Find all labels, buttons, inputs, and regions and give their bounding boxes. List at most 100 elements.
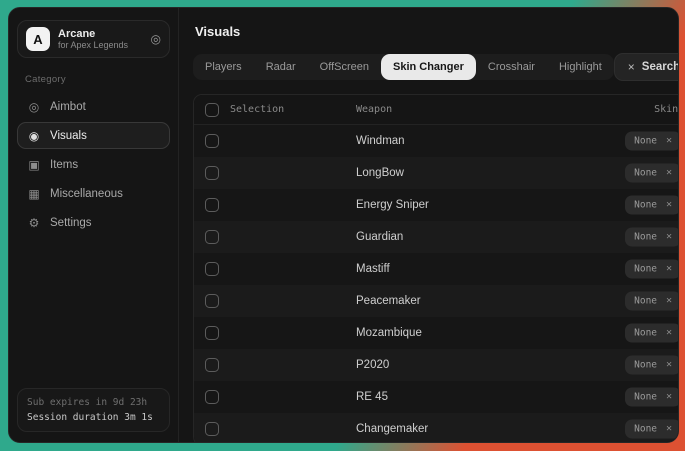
tab-label: OffScreen — [320, 61, 369, 73]
app-subtitle: for Apex Legends — [58, 40, 143, 50]
weapon-name: Mastiff — [356, 263, 390, 275]
table-row: Guardian None × — [194, 221, 679, 253]
skin-column-header: Skin — [654, 104, 678, 115]
table-row: Peacemaker None × — [194, 285, 679, 317]
skin-select-badge[interactable]: None × — [625, 164, 679, 183]
grid-icon: ▦ — [27, 187, 41, 201]
sidebar-item-label: Aimbot — [50, 101, 86, 113]
page-title: Visuals — [195, 24, 679, 39]
tabs-row: Players Radar OffScreen Skin Changer — [193, 53, 679, 81]
skin-select-badge[interactable]: None × — [625, 388, 679, 407]
skin-select-badge[interactable]: None × — [625, 324, 679, 343]
clear-skin-icon[interactable]: × — [666, 296, 672, 307]
tab-label: Players — [205, 61, 242, 73]
table-header: Selection Weapon Skin — [194, 95, 679, 125]
table-row: LongBow None × — [194, 157, 679, 189]
tab-label: Skin Changer — [393, 61, 464, 73]
row-checkbox[interactable] — [205, 134, 219, 148]
clear-skin-icon[interactable]: × — [666, 424, 672, 435]
skin-value: None — [634, 392, 657, 403]
skin-select-badge[interactable]: None × — [625, 292, 679, 311]
skin-select-badge[interactable]: None × — [625, 420, 679, 439]
skin-value: None — [634, 424, 657, 435]
skin-value: None — [634, 200, 657, 211]
table-row: Mastiff None × — [194, 253, 679, 285]
main-panel: Visuals Players Radar OffScreen — [179, 8, 679, 442]
skin-value: None — [634, 296, 657, 307]
weapon-name: P2020 — [356, 359, 389, 371]
table-row: P2020 None × — [194, 349, 679, 381]
sidebar-item[interactable]: ▣ Items — [17, 151, 170, 178]
tab[interactable]: OffScreen — [308, 54, 381, 80]
skin-table: Selection Weapon Skin Windman None × — [193, 94, 679, 443]
skin-select-badge[interactable]: None × — [625, 132, 679, 151]
row-checkbox[interactable] — [205, 262, 219, 276]
select-all-checkbox[interactable] — [205, 103, 219, 117]
sidebar-item[interactable]: ◉ Visuals — [17, 122, 170, 149]
sidebar-item[interactable]: ◎ Aimbot — [17, 93, 170, 120]
app-name: Arcane — [58, 28, 143, 41]
tab-label: Crosshair — [488, 61, 535, 73]
sidebar-item-label: Items — [50, 159, 78, 171]
tab-label: Highlight — [559, 61, 602, 73]
gear-icon: ⚙ — [27, 216, 41, 230]
row-checkbox[interactable] — [205, 166, 219, 180]
table-row: RE 45 None × — [194, 381, 679, 413]
table-row: Windman None × — [194, 125, 679, 157]
row-checkbox[interactable] — [205, 294, 219, 308]
weapon-name: LongBow — [356, 167, 404, 179]
clear-skin-icon[interactable]: × — [666, 232, 672, 243]
sidebar: A Arcane for Apex Legends ◎ Category ◎ A… — [9, 8, 179, 442]
table-row: Changemaker None × — [194, 413, 679, 443]
weapon-name: Peacemaker — [356, 295, 421, 307]
skin-select-badge[interactable]: None × — [625, 260, 679, 279]
skin-value: None — [634, 136, 657, 147]
clear-skin-icon[interactable]: × — [666, 264, 672, 275]
tab[interactable]: Highlight — [547, 54, 614, 80]
brand-card: A Arcane for Apex Legends ◎ — [17, 20, 170, 58]
sidebar-item-label: Miscellaneous — [50, 188, 123, 200]
crosshair-icon[interactable]: ◎ — [151, 32, 161, 46]
weapon-name: Mozambique — [356, 327, 422, 339]
skin-value: None — [634, 328, 657, 339]
row-checkbox[interactable] — [205, 390, 219, 404]
table-body: Windman None × LongBow None × — [194, 125, 679, 443]
search-button[interactable]: × Search — [614, 53, 679, 81]
row-checkbox[interactable] — [205, 422, 219, 436]
clear-skin-icon[interactable]: × — [666, 200, 672, 211]
row-checkbox[interactable] — [205, 326, 219, 340]
tab[interactable]: Radar — [254, 54, 308, 80]
skin-select-badge[interactable]: None × — [625, 356, 679, 375]
weapon-name: Energy Sniper — [356, 199, 429, 211]
app-logo: A — [26, 27, 50, 51]
cube-icon: ▣ — [27, 158, 41, 172]
clear-skin-icon[interactable]: × — [666, 168, 672, 179]
weapon-name: Guardian — [356, 231, 403, 243]
table-row: Mozambique None × — [194, 317, 679, 349]
skin-select-badge[interactable]: None × — [625, 228, 679, 247]
tab-bar: Players Radar OffScreen Skin Changer — [193, 54, 614, 80]
target-icon: ◎ — [27, 100, 41, 114]
row-checkbox[interactable] — [205, 358, 219, 372]
row-checkbox[interactable] — [205, 230, 219, 244]
weapon-name: RE 45 — [356, 391, 388, 403]
tab[interactable]: Skin Changer — [381, 54, 476, 80]
clear-skin-icon[interactable]: × — [666, 328, 672, 339]
search-icon: × — [628, 60, 635, 74]
skin-select-badge[interactable]: None × — [625, 196, 679, 215]
weapon-column-header: Weapon — [356, 104, 392, 115]
skin-value: None — [634, 360, 657, 371]
table-row: Energy Sniper None × — [194, 189, 679, 221]
tab[interactable]: Players — [193, 54, 254, 80]
category-label: Category — [25, 74, 170, 85]
tab[interactable]: Crosshair — [476, 54, 547, 80]
row-checkbox[interactable] — [205, 198, 219, 212]
sidebar-item[interactable]: ⚙ Settings — [17, 209, 170, 236]
clear-skin-icon[interactable]: × — [666, 392, 672, 403]
clear-skin-icon[interactable]: × — [666, 136, 672, 147]
subscription-info-card: Sub expires in 9d 23h Session duration 3… — [17, 388, 170, 432]
clear-skin-icon[interactable]: × — [666, 360, 672, 371]
sidebar-nav: ◎ Aimbot ◉ Visuals ▣ Items ▦ Miscellaneo… — [17, 93, 170, 236]
sidebar-item[interactable]: ▦ Miscellaneous — [17, 180, 170, 207]
sub-expires-text: Sub expires in 9d 23h — [27, 397, 160, 408]
